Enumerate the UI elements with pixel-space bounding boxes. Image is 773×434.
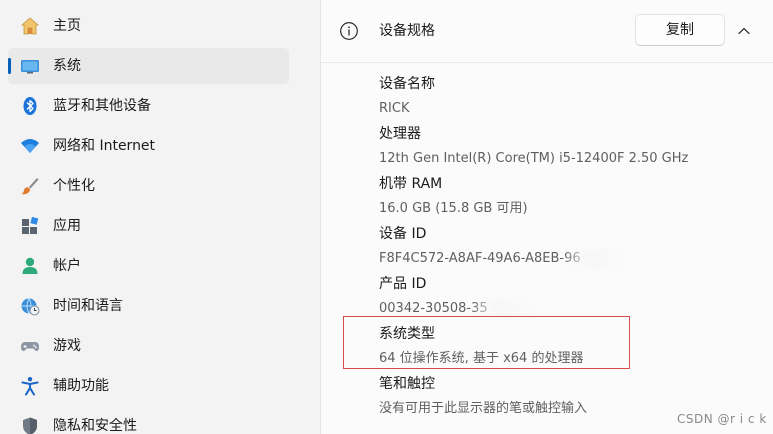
sidebar-item-label: 隐私和安全性: [53, 418, 137, 434]
sidebar-item-label: 辅助功能: [53, 378, 109, 394]
spec-label: 产品 ID: [379, 276, 427, 292]
active-indicator: [8, 58, 11, 74]
sidebar-item-bluetooth[interactable]: 蓝牙和其他设备: [8, 88, 289, 124]
spec-ram: 机带 RAM 16.0 GB (15.8 GB 可用): [379, 175, 769, 218]
sidebar-item-network[interactable]: 网络和 Internet: [8, 128, 289, 164]
spec-label: 设备 ID: [379, 226, 427, 242]
highlight-box: [343, 316, 630, 369]
sidebar-item-system[interactable]: 系统: [8, 48, 289, 84]
card-header[interactable]: 设备规格 复制: [321, 0, 773, 63]
sidebar: 主页 系统 蓝牙和其他设备 网络和 Internet 个性化 应用 帐户 时间和…: [0, 0, 318, 434]
sidebar-item-label: 网络和 Internet: [53, 138, 156, 154]
sidebar-item-label: 时间和语言: [53, 298, 123, 314]
sidebar-item-accessibility[interactable]: 辅助功能: [8, 368, 289, 404]
spec-value: RICK: [379, 101, 410, 116]
sidebar-item-apps[interactable]: 应用: [8, 208, 289, 244]
wifi-icon: [20, 136, 40, 156]
sidebar-item-label: 应用: [53, 218, 81, 234]
sidebar-item-label: 帐户: [53, 258, 81, 274]
shield-icon: [20, 416, 40, 434]
redaction-mask-device-id: [566, 249, 660, 269]
paintbrush-icon: [20, 176, 40, 196]
account-icon: [20, 256, 40, 276]
sidebar-item-privacy-security[interactable]: 隐私和安全性: [8, 408, 289, 434]
info-icon: [339, 21, 359, 41]
bluetooth-icon: [20, 96, 40, 116]
spec-label: 机带 RAM: [379, 176, 443, 192]
watermark: CSDN @r i c k: [677, 412, 767, 426]
spec-label: 设备名称: [379, 76, 435, 92]
spec-value: 16.0 GB (15.8 GB 可用): [379, 201, 528, 216]
sidebar-item-home[interactable]: 主页: [8, 8, 289, 44]
settings-window: 主页 系统 蓝牙和其他设备 网络和 Internet 个性化 应用 帐户 时间和…: [0, 0, 773, 434]
spec-label: 处理器: [379, 126, 421, 142]
sidebar-item-label: 主页: [53, 18, 81, 34]
sidebar-item-time-language[interactable]: 时间和语言: [8, 288, 289, 324]
sidebar-item-accounts[interactable]: 帐户: [8, 248, 289, 284]
globe-clock-icon: [20, 296, 40, 316]
spec-processor: 处理器 12th Gen Intel(R) Core(TM) i5-12400F…: [379, 125, 769, 168]
accessibility-icon: [20, 376, 40, 396]
system-display-icon: [20, 56, 40, 76]
spec-value: 12th Gen Intel(R) Core(TM) i5-12400F 2.5…: [379, 151, 689, 166]
spec-label: 笔和触控: [379, 376, 435, 392]
copy-button[interactable]: 复制: [635, 14, 725, 46]
chevron-up-icon[interactable]: [733, 21, 755, 41]
sidebar-item-label: 蓝牙和其他设备: [53, 98, 151, 114]
spec-product-id: 产品 ID 00342-30508-35: [379, 275, 769, 318]
sidebar-item-gaming[interactable]: 游戏: [8, 328, 289, 364]
home-icon: [20, 16, 40, 36]
sidebar-item-label: 个性化: [53, 178, 95, 194]
sidebar-item-personalization[interactable]: 个性化: [8, 168, 289, 204]
card-title: 设备规格: [379, 23, 435, 39]
sidebar-item-label: 游戏: [53, 338, 81, 354]
gamepad-icon: [20, 336, 40, 356]
sidebar-item-label: 系统: [53, 58, 81, 74]
apps-icon: [20, 216, 40, 236]
spec-device-name: 设备名称 RICK: [379, 75, 769, 118]
